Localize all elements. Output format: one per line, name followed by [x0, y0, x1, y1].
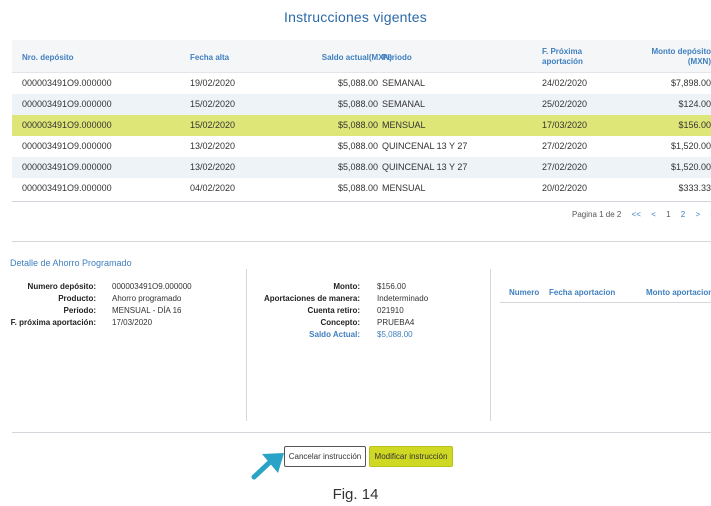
- cell-deposito: 000003491O9.000000: [22, 120, 112, 130]
- aportaciones-label: Aportaciones de manera:: [263, 294, 360, 303]
- periodo-value: MENSUAL - DÍA 16: [112, 306, 182, 315]
- cell-deposito: 000003491O9.000000: [22, 99, 112, 109]
- table-header: Nro. depósito Fecha alta Saldo actual(MX…: [12, 40, 711, 73]
- cell-periodo: SEMANAL: [382, 78, 426, 88]
- cell-proxima: 27/02/2020: [542, 162, 588, 172]
- cuenta-value: 021910: [377, 306, 404, 315]
- cell-deposito: 000003491O9.000000: [22, 183, 112, 193]
- modify-instruction-button[interactable]: Modificar instrucción: [369, 446, 453, 467]
- cell-monto: $1,520.00: [670, 141, 711, 151]
- col-header-monto-line2: (MXN): [687, 57, 711, 66]
- cell-fecha-alta: 15/02/2020: [190, 99, 236, 109]
- section-divider: [12, 241, 711, 242]
- cell-fecha-alta: 15/02/2020: [190, 120, 236, 130]
- cell-fecha-alta: 04/02/2020: [190, 183, 236, 193]
- cell-proxima: 24/02/2020: [542, 78, 588, 88]
- column-divider: [246, 269, 247, 421]
- cell-deposito: 000003491O9.000000: [22, 162, 112, 172]
- col-header-monto-aportacion: Monto aportacion: [646, 288, 711, 297]
- cell-fecha-alta: 13/02/2020: [190, 141, 236, 151]
- cell-fecha-alta: 13/02/2020: [190, 162, 236, 172]
- col-header-saldo[interactable]: Saldo actual(MXN): [302, 53, 392, 63]
- table-row[interactable]: 000003491O9.000000 13/02/2020 $5,088.00 …: [12, 136, 711, 157]
- monto-label: Monto:: [333, 282, 360, 291]
- cell-fecha-alta: 19/02/2020: [190, 78, 236, 88]
- col-header-fecha-aportacion: Fecha aportacion: [549, 288, 616, 297]
- cell-periodo: QUINCENAL 13 Y 27: [382, 141, 468, 151]
- cell-saldo: $5,088.00: [337, 162, 378, 172]
- concepto-value: PRUEBA4: [377, 318, 415, 327]
- col-header-deposito[interactable]: Nro. depósito: [22, 53, 74, 63]
- col-header-proxima[interactable]: F. Próxima aportación: [542, 47, 583, 67]
- cell-proxima: 27/02/2020: [542, 141, 588, 151]
- pagination-next[interactable]: >: [695, 210, 700, 219]
- cell-deposito: 000003491O9.000000: [22, 78, 112, 88]
- col-header-fecha-alta[interactable]: Fecha alta: [190, 53, 229, 63]
- saldo-label: Saldo Actual:: [309, 330, 360, 339]
- cell-periodo: QUINCENAL 13 Y 27: [382, 162, 468, 172]
- col-header-monto[interactable]: Monto depósito (MXN): [640, 47, 711, 67]
- cell-proxima: 20/02/2020: [542, 183, 588, 193]
- pagination-page-2[interactable]: 2: [681, 210, 685, 219]
- cell-deposito: 000003491O9.000000: [22, 141, 112, 151]
- cancel-instruction-button[interactable]: Cancelar instrucción: [284, 446, 366, 467]
- col-header-proxima-line2: aportación: [542, 57, 583, 66]
- table-row[interactable]: 000003491O9.000000 15/02/2020 $5,088.00 …: [12, 94, 711, 115]
- col-header-periodo[interactable]: Periodo: [382, 53, 412, 63]
- concepto-label: Concepto:: [320, 318, 360, 327]
- aportaciones-value: Indeterminado: [377, 294, 429, 303]
- cell-proxima: 25/02/2020: [542, 99, 588, 109]
- cell-saldo: $5,088.00: [337, 78, 378, 88]
- column-divider: [490, 269, 491, 421]
- producto-value: Ahorro programado: [112, 294, 182, 303]
- table-bottom-divider: [12, 201, 711, 202]
- pagination-label: Pagina 1 de 2: [572, 210, 622, 219]
- section-divider: [12, 432, 711, 433]
- numero-label: Numero depósito:: [27, 282, 96, 291]
- cell-monto: $156.00: [678, 120, 711, 130]
- sub-table-divider: [500, 302, 711, 303]
- cell-saldo: $5,088.00: [337, 99, 378, 109]
- cell-periodo: MENSUAL: [382, 183, 426, 193]
- periodo-label: Periodo:: [63, 306, 96, 315]
- table-row[interactable]: 000003491O9.000000 13/02/2020 $5,088.00 …: [12, 157, 711, 178]
- instructions-table: Nro. depósito Fecha alta Saldo actual(MX…: [12, 40, 711, 199]
- cell-saldo: $5,088.00: [337, 141, 378, 151]
- cell-saldo: $5,088.00: [337, 120, 378, 130]
- page-title: Instrucciones vigentes: [284, 9, 427, 25]
- cell-periodo: MENSUAL: [382, 120, 426, 130]
- detail-title: Detalle de Ahorro Programado: [10, 258, 132, 268]
- pagination: Pagina 1 de 2 << < 1 2 > >>: [572, 210, 711, 219]
- col-header-numero: Numero: [509, 288, 540, 297]
- cell-periodo: SEMANAL: [382, 99, 426, 109]
- saldo-value: $5,088.00: [377, 330, 413, 339]
- cell-saldo: $5,088.00: [337, 183, 378, 193]
- cell-proxima: 17/03/2020: [542, 120, 588, 130]
- cuenta-label: Cuenta retiro:: [307, 306, 360, 315]
- col-header-proxima-line1: F. Próxima: [542, 47, 583, 56]
- producto-label: Producto:: [58, 294, 96, 303]
- proxima-value: 17/03/2020: [112, 318, 153, 327]
- table-row[interactable]: 000003491O9.000000 04/02/2020 $5,088.00 …: [12, 178, 711, 199]
- pagination-first[interactable]: <<: [632, 210, 641, 219]
- pointer-arrow-icon: [251, 453, 284, 480]
- table-row[interactable]: 000003491O9.000000 19/02/2020 $5,088.00 …: [12, 73, 711, 94]
- table-row-selected[interactable]: 000003491O9.000000 15/02/2020 $5,088.00 …: [12, 115, 711, 136]
- pagination-page-1[interactable]: 1: [666, 210, 670, 219]
- cell-monto: $1,520.00: [670, 162, 711, 172]
- monto-value: $156.00: [377, 282, 406, 291]
- cell-monto: $333.33: [678, 183, 711, 193]
- cell-monto: $124.00: [678, 99, 711, 109]
- numero-value: 000003491O9.000000: [112, 282, 192, 291]
- col-header-monto-line1: Monto depósito: [651, 47, 711, 56]
- pagination-prev[interactable]: <: [651, 210, 656, 219]
- figure-caption: Fig. 14: [332, 486, 379, 503]
- proxima-label: F. próxima aportación:: [10, 318, 96, 327]
- cell-monto: $7,898.00: [670, 78, 711, 88]
